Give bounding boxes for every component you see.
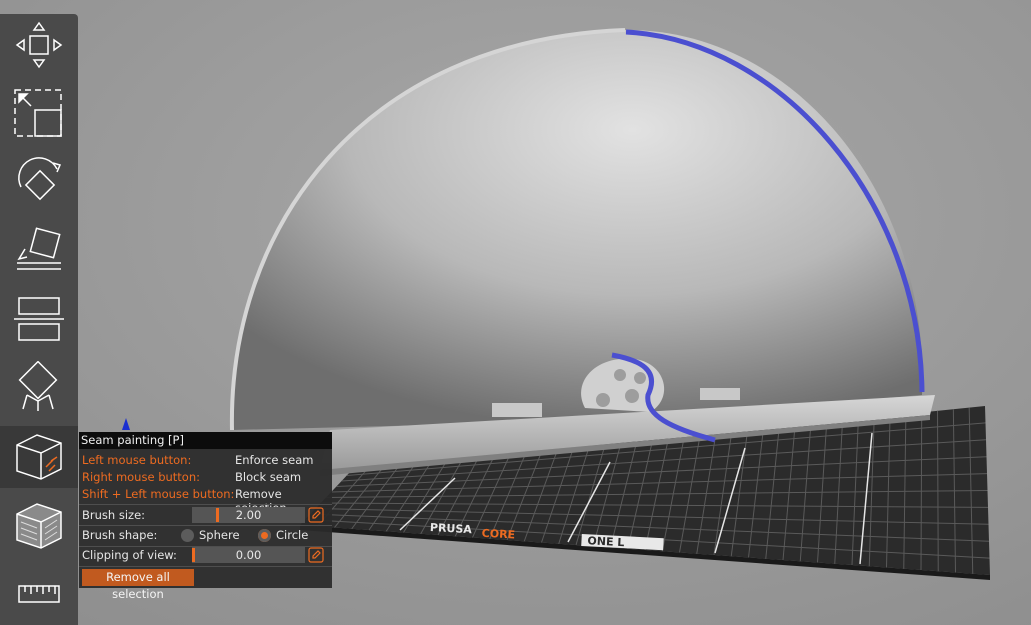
move-tool-button[interactable] bbox=[0, 14, 78, 76]
svg-text:ONE L: ONE L bbox=[587, 534, 625, 549]
clipping-value: 0.00 bbox=[235, 548, 262, 562]
svg-text:PRUSA: PRUSA bbox=[430, 521, 473, 536]
rotate-icon bbox=[18, 157, 62, 201]
brush-size-row: Brush size: 2.00 bbox=[79, 507, 332, 525]
mmu-painting-icon bbox=[16, 503, 62, 549]
scale-tool-button[interactable] bbox=[0, 83, 78, 145]
brush-size-label: Brush size: bbox=[82, 508, 146, 522]
scale-icon bbox=[14, 89, 62, 137]
place-on-face-tool-button[interactable] bbox=[0, 218, 78, 280]
brush-size-slider[interactable]: 2.00 bbox=[192, 507, 305, 523]
panel-title: Seam painting [P] bbox=[79, 432, 332, 449]
instruction-key: Right mouse button: bbox=[82, 470, 200, 484]
clipping-row: Clipping of view: 0.00 bbox=[79, 547, 332, 565]
clipping-label: Clipping of view: bbox=[82, 548, 177, 562]
measure-tool-button[interactable] bbox=[0, 563, 78, 625]
support-painting-icon bbox=[18, 361, 58, 411]
brush-shape-label: Brush shape: bbox=[82, 528, 158, 542]
cut-icon bbox=[14, 297, 64, 341]
circle-radio[interactable] bbox=[258, 529, 271, 542]
sphere-radio[interactable] bbox=[181, 529, 194, 542]
edit-icon[interactable] bbox=[308, 547, 324, 563]
clipping-slider[interactable]: 0.00 bbox=[192, 547, 305, 563]
place-on-face-icon bbox=[17, 227, 61, 270]
divider bbox=[79, 504, 332, 505]
left-toolbar bbox=[0, 14, 78, 625]
remove-all-selection-button[interactable]: Remove all selection bbox=[82, 569, 194, 601]
seam-painting-panel: Seam painting [P] Left mouse button: Enf… bbox=[79, 432, 332, 601]
cut-tool-button[interactable] bbox=[0, 287, 78, 349]
mmu-painting-tool-button[interactable] bbox=[0, 495, 78, 557]
instruction-key: Left mouse button: bbox=[82, 453, 192, 467]
circle-radio-label[interactable]: Circle bbox=[276, 528, 308, 542]
move-arrows-icon bbox=[15, 21, 63, 69]
svg-text:CORE: CORE bbox=[481, 527, 515, 542]
divider bbox=[79, 566, 332, 567]
seam-painting-icon bbox=[16, 434, 62, 480]
rotate-tool-button[interactable] bbox=[0, 150, 78, 212]
ruler-icon bbox=[18, 585, 60, 603]
seam-painting-tool-button[interactable] bbox=[0, 426, 78, 488]
instruction-action: Block seam bbox=[235, 470, 302, 484]
divider bbox=[79, 525, 332, 526]
instruction-key: Shift + Left mouse button: bbox=[82, 487, 235, 501]
brush-shape-row: Brush shape: Sphere Circle bbox=[79, 527, 332, 545]
instruction-action: Enforce seam bbox=[235, 453, 314, 467]
edit-icon[interactable] bbox=[308, 507, 324, 523]
brush-size-value: 2.00 bbox=[235, 508, 262, 522]
support-painting-tool-button[interactable] bbox=[0, 356, 78, 418]
sphere-radio-label[interactable]: Sphere bbox=[199, 528, 240, 542]
